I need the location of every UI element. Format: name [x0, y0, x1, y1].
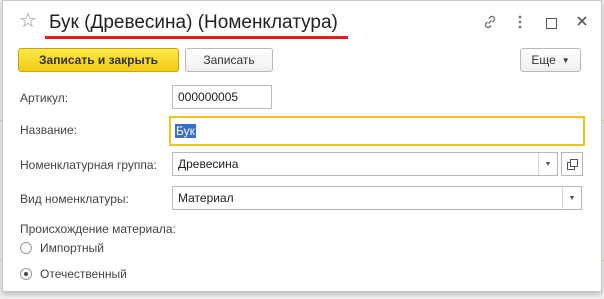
more-label: Еще: [531, 53, 556, 67]
name-value: Бук: [175, 124, 196, 138]
origin-label: Происхождение материала:: [20, 222, 176, 236]
article-label: Артикул:: [20, 91, 69, 105]
name-label: Название:: [20, 123, 77, 137]
article-value: 000000005: [178, 90, 239, 104]
kind-value: Материал: [178, 191, 234, 205]
radio-circle[interactable]: [20, 242, 32, 254]
chevron-down-icon: ▼: [561, 55, 570, 65]
radio-circle-selected[interactable]: [20, 268, 32, 280]
name-field[interactable]: Бук: [169, 116, 585, 146]
save-and-close-label: Записать и закрыть: [39, 53, 158, 67]
maximize-icon[interactable]: [542, 14, 560, 32]
dropdown-arrow-icon[interactable]: ▼: [562, 187, 581, 209]
link-icon[interactable]: [481, 14, 499, 32]
save-button[interactable]: Записать: [185, 48, 273, 72]
group-value: Древесина: [178, 157, 239, 171]
radio-imported-label: Импортный: [40, 241, 104, 255]
window-title: Бук (Древесина) (Номенклатура): [49, 12, 338, 33]
dropdown-arrow-icon[interactable]: ▼: [538, 153, 557, 175]
open-copy-icon: [567, 159, 578, 170]
group-label: Номенклатурная группа:: [20, 158, 157, 172]
article-field[interactable]: 000000005: [172, 85, 272, 109]
open-group-button[interactable]: [561, 152, 583, 176]
close-icon[interactable]: [573, 14, 591, 32]
star-icon[interactable]: ☆: [19, 11, 37, 31]
more-menu-button[interactable]: Еще ▼: [520, 48, 581, 72]
save-and-close-button[interactable]: Записать и закрыть: [18, 48, 179, 72]
kind-field[interactable]: Материал ▼: [172, 186, 582, 210]
title-bar: ☆ Бук (Древесина) (Номенклатура): [3, 1, 601, 45]
dialog-window: ☆ Бук (Древесина) (Номенклатура) Записат…: [2, 0, 602, 292]
radio-imported[interactable]: Импортный: [20, 241, 104, 255]
radio-domestic[interactable]: Отечественный: [20, 267, 127, 281]
kind-label: Вид номенклатуры:: [20, 192, 129, 206]
radio-domestic-label: Отечественный: [40, 267, 127, 281]
title-underline: [45, 36, 348, 39]
group-field[interactable]: Древесина ▼: [172, 152, 558, 176]
save-label: Записать: [203, 53, 255, 67]
more-vertical-icon[interactable]: [511, 14, 529, 32]
